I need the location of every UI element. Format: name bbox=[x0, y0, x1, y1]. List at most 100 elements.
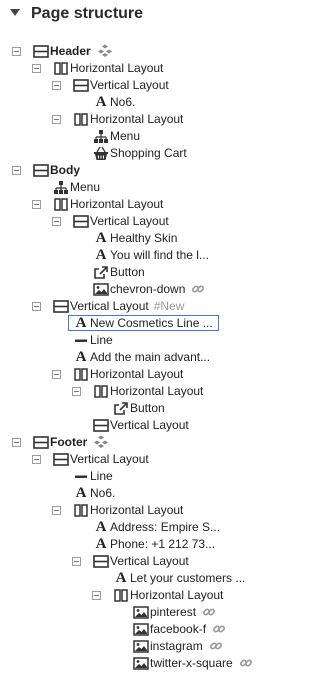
tree-node-label: Vertical Layout bbox=[110, 418, 189, 432]
collapse-toggle-icon[interactable] bbox=[52, 115, 61, 124]
tree-node-menu[interactable]: Menu bbox=[0, 128, 293, 145]
tree-node-instagram[interactable]: instagram bbox=[0, 638, 293, 655]
tree-node-address-empire-s[interactable]: A Address: Empire S... bbox=[0, 519, 293, 536]
tree-node-you-will-find-the-l[interactable]: A You will find the l... bbox=[0, 247, 293, 264]
collapse-toggle-icon[interactable] bbox=[12, 438, 21, 447]
tree-node-facebook-f[interactable]: facebook-f bbox=[0, 621, 293, 638]
button-link-icon bbox=[93, 265, 109, 280]
tree-node-label: Footer bbox=[50, 435, 88, 449]
tree-node-label: Healthy Skin bbox=[110, 231, 178, 245]
tree-node-chevron-down[interactable]: chevron-down bbox=[0, 281, 293, 298]
tree-node-let-your-customers[interactable]: A Let your customers ... bbox=[0, 570, 293, 587]
vertical-layout-icon bbox=[93, 418, 109, 433]
tree-node-button[interactable]: Button bbox=[0, 400, 293, 417]
tree-node-horizontal-layout[interactable]: Horizontal Layout bbox=[0, 196, 293, 213]
tree-node-label: Vertical Layout bbox=[110, 554, 189, 568]
image-icon bbox=[133, 622, 149, 637]
tree-node-no6[interactable]: A No6. bbox=[0, 485, 293, 502]
tree-node-label: Horizontal Layout bbox=[110, 384, 204, 398]
button-link-icon bbox=[113, 401, 129, 416]
panel-header[interactable]: Page structure bbox=[0, 0, 293, 30]
tree-node-no6[interactable]: A No6. bbox=[0, 94, 293, 111]
tree-node-label: Horizontal Layout bbox=[90, 112, 184, 126]
collapse-caret-icon[interactable] bbox=[10, 9, 20, 16]
text-icon: A bbox=[95, 536, 107, 552]
tree-node-horizontal-layout[interactable]: Horizontal Layout bbox=[0, 111, 293, 128]
text-icon: A bbox=[75, 349, 87, 365]
tree-node-shopping-cart[interactable]: Shopping Cart bbox=[0, 145, 293, 162]
tree-node-label: Horizontal Layout bbox=[70, 197, 164, 211]
text-icon: A bbox=[95, 519, 107, 535]
tree-node-vertical-layout[interactable]: Vertical Layout bbox=[0, 451, 293, 468]
horizontal-layout-icon bbox=[93, 384, 109, 399]
tree-node-label: Address: Empire S... bbox=[110, 520, 221, 534]
tree-node-label: Body bbox=[50, 163, 80, 177]
collapse-toggle-icon[interactable] bbox=[32, 64, 41, 73]
tree-node-vertical-layout[interactable]: Vertical Layout bbox=[0, 77, 293, 94]
vertical-layout-icon bbox=[33, 44, 49, 59]
tree-node-twitter-x-square[interactable]: twitter-x-square bbox=[0, 655, 293, 672]
collapse-toggle-icon[interactable] bbox=[52, 506, 61, 515]
tree-node-line[interactable]: Line bbox=[0, 468, 293, 485]
tree-node-body[interactable]: Body bbox=[0, 162, 293, 179]
horizontal-layout-icon bbox=[73, 367, 89, 382]
text-icon: A bbox=[75, 485, 87, 501]
collapse-toggle-icon[interactable] bbox=[92, 591, 101, 600]
tree-node-label: Header bbox=[50, 44, 91, 58]
tree-node-horizontal-layout[interactable]: Horizontal Layout bbox=[0, 383, 293, 400]
tree-node-label: Button bbox=[110, 265, 145, 279]
vertical-layout-icon bbox=[73, 214, 89, 229]
tree-node-line[interactable]: Line bbox=[0, 332, 293, 349]
collapse-toggle-icon[interactable] bbox=[32, 455, 41, 464]
tree-node-vertical-layout[interactable]: Vertical Layout bbox=[0, 553, 293, 570]
components-icon bbox=[97, 44, 112, 58]
link-icon bbox=[239, 656, 253, 670]
panel-title: Page structure bbox=[31, 5, 144, 22]
tree-node-horizontal-layout[interactable]: Horizontal Layout bbox=[0, 366, 293, 383]
collapse-toggle-icon[interactable] bbox=[52, 370, 61, 379]
tree-node-vertical-layout[interactable]: Vertical Layout bbox=[0, 417, 293, 434]
tree-node-label: pinterest bbox=[150, 605, 197, 619]
tree-node-new-cosmetics-line[interactable]: A New Cosmetics Line ... bbox=[0, 315, 293, 332]
collapse-toggle-icon[interactable] bbox=[52, 217, 61, 226]
menu-sitemap-icon bbox=[93, 129, 109, 144]
line-icon bbox=[73, 469, 89, 484]
tree-node-button[interactable]: Button bbox=[0, 264, 293, 281]
tree-node-vertical-layout[interactable]: Vertical Layout bbox=[0, 213, 293, 230]
tree-node-horizontal-layout[interactable]: Horizontal Layout bbox=[0, 587, 293, 604]
tree-node-phone-1-212-73[interactable]: A Phone: +1 212 73... bbox=[0, 536, 293, 553]
tree-node-label: facebook-f bbox=[150, 622, 207, 636]
tree-node-label: Button bbox=[130, 401, 165, 415]
tree-node-pinterest[interactable]: pinterest bbox=[0, 604, 293, 621]
tree-node-label: Vertical Layout bbox=[90, 214, 169, 228]
collapse-toggle-icon[interactable] bbox=[32, 302, 41, 311]
components-icon bbox=[93, 435, 109, 449]
tree-node-label: Horizontal Layout bbox=[130, 588, 224, 602]
tree-node-healthy-skin[interactable]: A Healthy Skin bbox=[0, 230, 293, 247]
collapse-toggle-icon[interactable] bbox=[72, 557, 81, 566]
text-icon: A bbox=[95, 230, 107, 246]
line-icon bbox=[73, 333, 89, 348]
horizontal-layout-icon bbox=[73, 112, 89, 127]
collapse-toggle-icon[interactable] bbox=[12, 47, 21, 56]
collapse-toggle-icon[interactable] bbox=[12, 166, 21, 175]
collapse-toggle-icon[interactable] bbox=[52, 81, 61, 90]
tree-node-label: instagram bbox=[150, 639, 203, 653]
tree-node-horizontal-layout[interactable]: Horizontal Layout bbox=[0, 60, 293, 77]
tree-node-label: Line bbox=[90, 469, 113, 483]
tree-node-header[interactable]: Header bbox=[0, 43, 293, 60]
vertical-layout-icon bbox=[33, 435, 49, 450]
tree-node-menu[interactable]: Menu bbox=[0, 179, 293, 196]
collapse-toggle-icon[interactable] bbox=[32, 200, 41, 209]
menu-sitemap-icon bbox=[53, 180, 69, 195]
tree-node-label: Phone: +1 212 73... bbox=[110, 537, 216, 551]
shopping-basket-icon bbox=[93, 146, 109, 161]
collapse-toggle-icon[interactable] bbox=[72, 387, 81, 396]
tree-node-vertical-layout[interactable]: Vertical Layout #New bbox=[0, 298, 293, 315]
tree-node-horizontal-layout[interactable]: Horizontal Layout bbox=[0, 502, 293, 519]
tree-node-label: No6. bbox=[90, 486, 116, 500]
vertical-layout-icon bbox=[93, 554, 109, 569]
tree-node-add-the-main-advant[interactable]: A Add the main advant... bbox=[0, 349, 293, 366]
tree-node-label: Line bbox=[90, 333, 113, 347]
tree-node-footer[interactable]: Footer bbox=[0, 434, 293, 451]
